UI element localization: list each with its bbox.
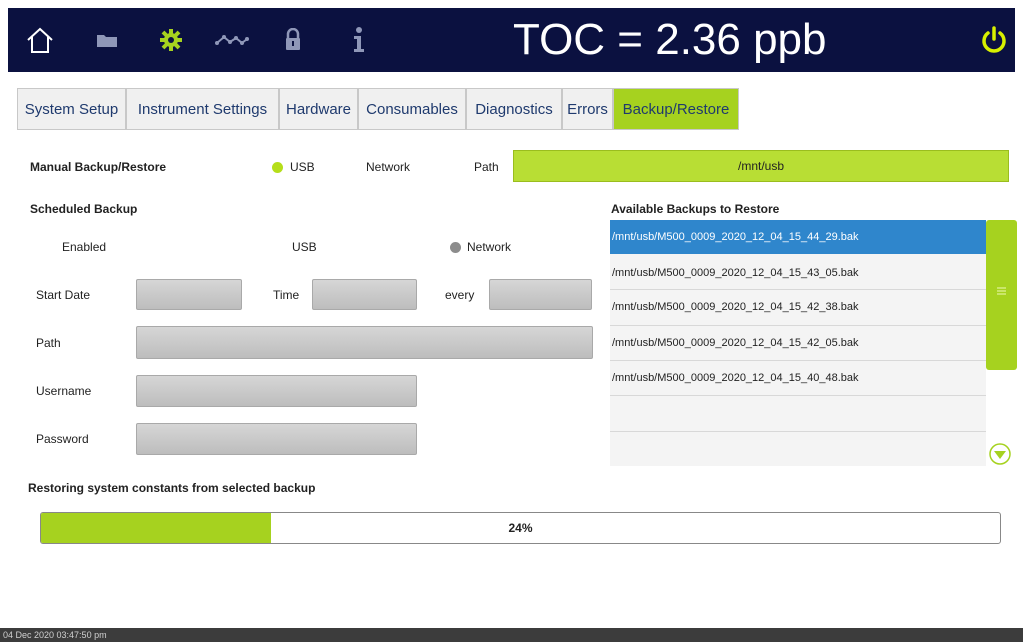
tab-hardware[interactable]: Hardware	[279, 88, 358, 130]
grip-icon	[997, 287, 1006, 295]
backup-list-item[interactable]: /mnt/usb/M500_0009_2020_12_04_15_44_29.b…	[610, 220, 986, 254]
every-field[interactable]	[489, 279, 592, 310]
trend-icon[interactable]	[212, 8, 252, 72]
progress-text: 24%	[508, 521, 533, 535]
row-divider	[610, 360, 986, 361]
manual-path-field[interactable]: /mnt/usb	[513, 150, 1009, 182]
start-date-label: Start Date	[36, 288, 91, 302]
row-divider	[610, 395, 986, 396]
manual-network-label[interactable]: Network	[366, 160, 410, 174]
tab-diagnostics[interactable]: Diagnostics	[466, 88, 562, 130]
restore-progress-bar: 24%	[40, 512, 1001, 544]
time-label: Time	[273, 288, 300, 302]
tab-errors[interactable]: Errors	[562, 88, 613, 130]
tab-backup-restore[interactable]: Backup/Restore	[613, 88, 739, 130]
backup-list-item[interactable]: /mnt/usb/M500_0009_2020_12_04_15_42_38.b…	[610, 290, 986, 324]
info-icon[interactable]	[344, 8, 374, 72]
power-icon[interactable]	[974, 8, 1014, 72]
lock-icon[interactable]	[278, 8, 308, 72]
folder-icon[interactable]	[90, 8, 124, 72]
available-backups-title: Available Backups to Restore	[611, 202, 780, 216]
scheduled-network-radio[interactable]	[450, 242, 461, 253]
path-label: Path	[36, 336, 61, 350]
username-label: Username	[36, 384, 92, 398]
datetime: 04 Dec 2020 03:47:50 pm	[3, 630, 107, 640]
path-field[interactable]	[136, 326, 593, 359]
restore-status: Restoring system constants from selected…	[28, 481, 316, 495]
manual-path-label: Path	[474, 160, 499, 174]
scheduled-network-label: Network	[467, 240, 512, 254]
tab-instrument-settings[interactable]: Instrument Settings	[126, 88, 279, 130]
backup-list-item[interactable]: /mnt/usb/M500_0009_2020_12_04_15_43_05.b…	[610, 256, 986, 290]
backup-list-item[interactable]: /mnt/usb/M500_0009_2020_12_04_15_42_05.b…	[610, 326, 986, 360]
time-field[interactable]	[312, 279, 417, 310]
row-divider	[610, 431, 986, 432]
home-icon[interactable]	[20, 8, 60, 72]
manual-usb-label: USB	[290, 160, 315, 174]
toc-reading: TOC = 2.36 ppb	[513, 15, 827, 64]
password-field[interactable]	[136, 423, 417, 455]
scroll-down-icon[interactable]	[988, 442, 1012, 466]
every-label: every	[445, 288, 475, 302]
scheduled-usb-label[interactable]: USB	[292, 240, 317, 254]
gear-icon[interactable]	[154, 8, 188, 72]
tab-system-setup[interactable]: System Setup	[17, 88, 126, 130]
password-label: Password	[36, 432, 89, 446]
row-divider	[610, 289, 986, 290]
manual-backup-title: Manual Backup/Restore	[30, 160, 167, 174]
backup-list-item[interactable]: /mnt/usb/M500_0009_2020_12_04_15_40_48.b…	[610, 361, 986, 395]
manual-usb-radio[interactable]	[272, 162, 283, 173]
status-bar: 04 Dec 2020 03:47:50 pm	[0, 628, 1023, 642]
enabled-label[interactable]: Enabled	[62, 240, 106, 254]
username-field[interactable]	[136, 375, 417, 407]
list-scrollbar-thumb[interactable]	[986, 220, 1017, 370]
tab-consumables[interactable]: Consumables	[358, 88, 466, 130]
row-divider	[610, 325, 986, 326]
start-date-field[interactable]	[136, 279, 242, 310]
header-bar: TOC = 2.36 ppb	[8, 8, 1015, 72]
scheduled-backup-title: Scheduled Backup	[30, 202, 138, 216]
